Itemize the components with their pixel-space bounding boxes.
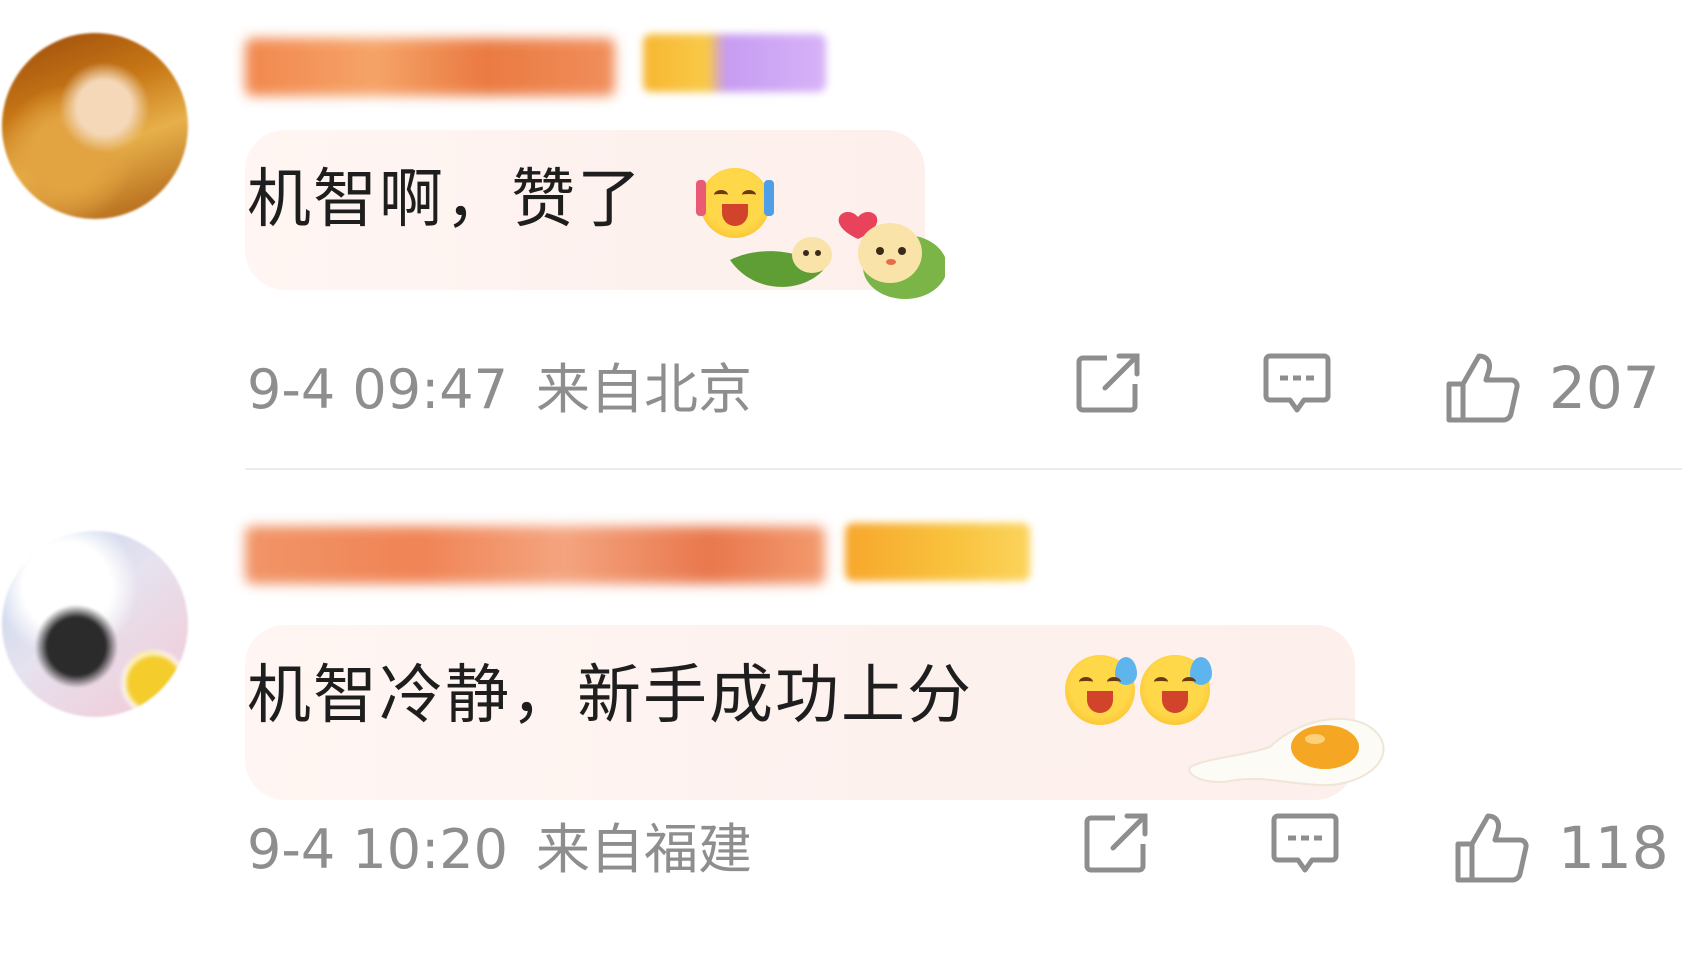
comment-meta: 9-4 09:47 来自北京 xyxy=(247,360,752,420)
reply-button[interactable] xyxy=(1270,812,1340,878)
verified-badge-icon xyxy=(122,651,186,715)
share-button[interactable] xyxy=(1083,812,1153,874)
comment-icon xyxy=(1263,353,1331,413)
comment-text: 机智啊，赞了 xyxy=(247,160,643,240)
comment-location: 来自北京 xyxy=(535,358,752,421)
like-count: 207 xyxy=(1549,354,1660,422)
reply-button[interactable] xyxy=(1262,352,1332,418)
comment-item: 机智冷静，新手成功上分 9-4 10:20 来自福建 118 xyxy=(0,495,1682,957)
comment-icon xyxy=(1271,813,1339,873)
username-blurred[interactable] xyxy=(245,38,615,96)
comment-text: 机智冷静，新手成功上分 xyxy=(247,656,973,736)
comment-item: 机智啊，赞了 9-4 09:47 来自北京 207 xyxy=(0,0,1682,470)
comment-feed: 机智啊，赞了 9-4 09:47 来自北京 207 机智冷静，新手成功上分 9-… xyxy=(0,0,1682,957)
share-button[interactable] xyxy=(1075,352,1145,414)
share-icon xyxy=(1084,813,1148,873)
thumbs-up-icon xyxy=(1446,353,1520,423)
like-button[interactable]: 118 xyxy=(1454,812,1669,884)
comment-body: 机智啊，赞了 xyxy=(247,163,643,237)
username-blurred[interactable] xyxy=(245,526,825,584)
user-level-badge xyxy=(643,34,826,92)
comment-time: 9-4 10:20 xyxy=(247,818,508,881)
comment-time: 9-4 09:47 xyxy=(247,358,508,421)
comment-body: 机智冷静，新手成功上分 xyxy=(247,659,973,733)
thumbs-up-icon xyxy=(1455,813,1529,883)
user-level-badge xyxy=(845,523,1030,581)
comment-divider xyxy=(245,468,1682,470)
zongzi-sticker-icon xyxy=(730,211,945,299)
avatar[interactable] xyxy=(2,33,188,219)
avatar[interactable] xyxy=(2,531,188,717)
like-button[interactable]: 207 xyxy=(1445,352,1660,424)
comment-location: 来自福建 xyxy=(535,818,752,881)
laugh-cry-emoji-icon xyxy=(1065,655,1137,725)
share-icon xyxy=(1076,353,1140,413)
like-count: 118 xyxy=(1558,814,1669,882)
fried-egg-sticker-icon xyxy=(1188,717,1385,787)
comment-meta: 9-4 10:20 来自福建 xyxy=(247,820,752,880)
